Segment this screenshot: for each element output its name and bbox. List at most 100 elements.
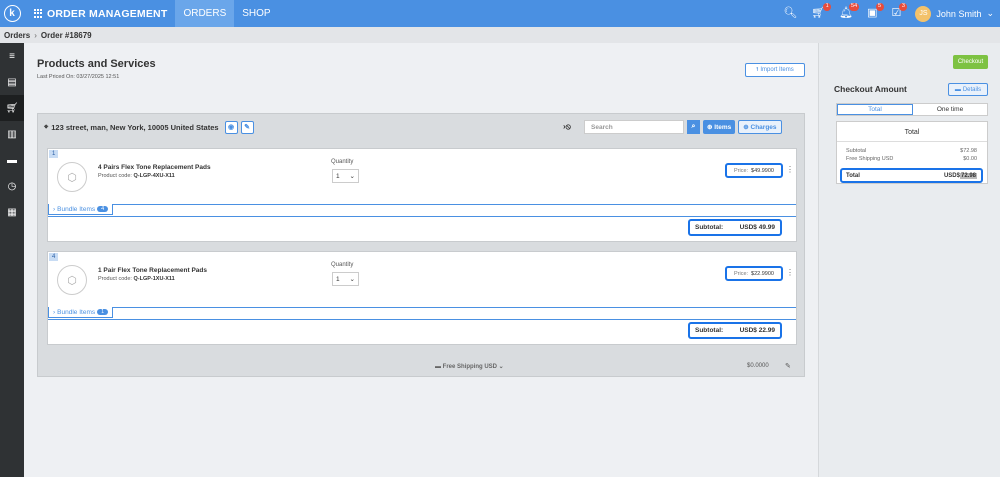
upload-icon: ⭱ <box>756 67 759 73</box>
bundle-label: Bundle Items <box>57 205 96 213</box>
product-code-value: Q-LGP-1XU-X11 <box>133 276 175 282</box>
bell-badge: 54 <box>849 3 860 11</box>
clipboard-icon[interactable]: ▥ <box>0 121 24 147</box>
last-priced: Last Priced On: 03/27/2025 12:51 <box>37 74 120 80</box>
shipping-label: Free Shipping USD <box>442 363 498 370</box>
price-label: Price: <box>733 270 749 277</box>
clock-icon[interactable]: ◷ <box>0 173 24 199</box>
line-item-card: 4 ⬡ 1 Pair Flex Tone Replacement Pads Pr… <box>47 251 797 345</box>
chevron-eye-off-icon[interactable]: ›⦸ <box>563 122 581 132</box>
chat-icon[interactable]: ▬ <box>0 147 24 173</box>
product-code: Product code: Q-LGP-1XU-X11 <box>98 276 175 282</box>
app-logo[interactable]: k <box>0 0 24 27</box>
price-value: $49.9900 <box>751 167 774 174</box>
tab-shop[interactable]: SHOP <box>234 0 278 27</box>
subtotal-divider <box>48 216 796 217</box>
cart-nav-icon[interactable]: 🛒︎ <box>0 95 24 121</box>
line-number: 4 <box>49 253 59 261</box>
details-button[interactable]: ▬ Details <box>948 83 988 96</box>
total-label: Total <box>846 172 860 179</box>
total-currency: USD$ <box>943 172 960 179</box>
task-badge: 3 <box>899 3 908 11</box>
bell-icon[interactable]: 🔔︎ 54 <box>839 3 860 19</box>
sidebar: ≡ ▤ 🛒︎ ▥ ▬ ◷ ▦ <box>0 43 24 477</box>
product-name: 1 Pair Flex Tone Replacement Pads <box>98 267 207 274</box>
more-options-icon[interactable]: ⋮ <box>786 165 794 174</box>
page-title: Products and Services <box>37 58 156 70</box>
more-options-icon[interactable]: ⋮ <box>786 268 794 277</box>
cart-icon[interactable]: 🛒︎ 1 <box>811 3 832 19</box>
bundle-items-toggle[interactable]: › Bundle Items 4 <box>48 204 114 215</box>
truck-icon: ▬ <box>435 363 443 370</box>
subtotal-box: Subtotal: USD$ 22.99 <box>688 322 782 339</box>
plus-circle-icon: ⊕ <box>707 124 715 131</box>
subtotal-label: Subtotal: <box>695 224 724 231</box>
items-label: Items <box>714 123 732 131</box>
tab-one-time[interactable]: One time <box>913 104 987 115</box>
subtotal-row-value: $72.98 <box>960 148 977 154</box>
main-content: Products and Services Last Priced On: 03… <box>24 43 818 477</box>
task-check-icon[interactable]: ☑ 3 <box>892 3 908 19</box>
chevron-down-icon: ⌄ <box>349 173 355 180</box>
price-label: Price: <box>733 167 749 174</box>
app-name: ORDER MANAGEMENT <box>47 7 168 20</box>
quantity-label: Quantity <box>331 159 354 165</box>
address-bar: ⌖ 123 street, man, New York, 10005 Unite… <box>38 114 804 140</box>
tab-orders[interactable]: ORDERS <box>175 0 235 27</box>
bundle-items-toggle[interactable]: › Bundle Items 1 <box>48 307 114 318</box>
bundle-count: 1 <box>97 309 109 315</box>
document-icon[interactable]: ▤ <box>0 69 24 95</box>
breadcrumb-orders[interactable]: Orders <box>4 31 30 40</box>
product-code: Product code: Q-LGP-4XU-X11 <box>98 173 175 179</box>
location-button[interactable]: ◉ <box>224 120 238 134</box>
tab-total[interactable]: Total <box>837 104 913 115</box>
details-label: Details <box>962 86 982 93</box>
price-value: $22.9900 <box>751 270 774 277</box>
edit-address-button[interactable]: ✎ <box>240 120 254 134</box>
line-item-card: 1 ⬡ 4 Pairs Flex Tone Replacement Pads P… <box>47 148 797 242</box>
shipping-total-row: Free Shipping USD $0.00 <box>846 156 977 162</box>
edit-shipping-icon[interactable]: ✎ <box>785 362 791 370</box>
subtotal-label: Subtotal: <box>695 327 724 334</box>
quantity-label: Quantity <box>331 262 354 268</box>
quantity-select[interactable]: 1 ⌄ <box>332 272 359 286</box>
subtotal-row: Subtotal $72.98 <box>846 148 977 154</box>
add-charges-button[interactable]: ⊕ Charges <box>738 120 782 134</box>
product-code-label: Product code: <box>98 173 132 179</box>
user-menu[interactable]: JS John Smith ⌄ <box>915 5 994 22</box>
products-panel: ⌖ 123 street, man, New York, 10005 Unite… <box>37 113 805 377</box>
breadcrumb-current: Order #18679 <box>40 30 92 40</box>
price-field[interactable]: Price: $22.9900 <box>725 266 783 281</box>
subtotal-box: Subtotal: USD$ 49.99 <box>688 219 782 236</box>
checkout-tabs: Total One time <box>836 103 988 116</box>
search-icon[interactable]: 🔍︎ <box>783 8 797 19</box>
totals-heading: Total <box>904 129 920 136</box>
import-items-button[interactable]: ⭱ Import Items <box>745 63 805 77</box>
app-menu[interactable]: ORDER MANAGEMENT <box>34 8 167 20</box>
subtotal-value: USD$ 49.99 <box>739 224 775 231</box>
search-input[interactable]: Search <box>584 120 684 134</box>
search-button[interactable]: ⌕ <box>687 120 700 134</box>
totals-divider <box>837 141 987 142</box>
cart-badge: 1 <box>823 3 832 11</box>
quantity-select[interactable]: 1 ⌄ <box>332 169 359 183</box>
price-field[interactable]: Price: $49.9900 <box>725 163 783 178</box>
quantity-value: 1 <box>336 172 340 180</box>
shipping-row-label: Free Shipping USD <box>846 156 894 162</box>
total-value: USD$72.98 <box>943 172 977 179</box>
checkout-button[interactable]: Checkout <box>953 55 988 69</box>
address-text: 123 street, man, New York, 10005 United … <box>51 122 219 132</box>
calendar-nav-icon[interactable]: ▦ <box>0 199 24 225</box>
bundle-divider <box>48 204 796 205</box>
menu-icon[interactable]: ≡ <box>0 43 24 69</box>
line-number: 1 <box>49 150 59 158</box>
subtotal-row-label: Subtotal <box>846 148 867 154</box>
calendar-icon[interactable]: ▣ 5 <box>867 3 884 19</box>
chevron-down-icon: ⌄ <box>986 8 994 18</box>
shipping-amount: $0.0000 <box>747 363 769 369</box>
shipping-select[interactable]: ▬ Free Shipping USD ⌄ <box>435 363 504 370</box>
bundle-count: 4 <box>97 206 109 212</box>
bundle-divider <box>48 307 796 308</box>
total-amount: 72.98 <box>959 172 977 179</box>
add-items-button[interactable]: ⊕ Items <box>703 120 736 134</box>
